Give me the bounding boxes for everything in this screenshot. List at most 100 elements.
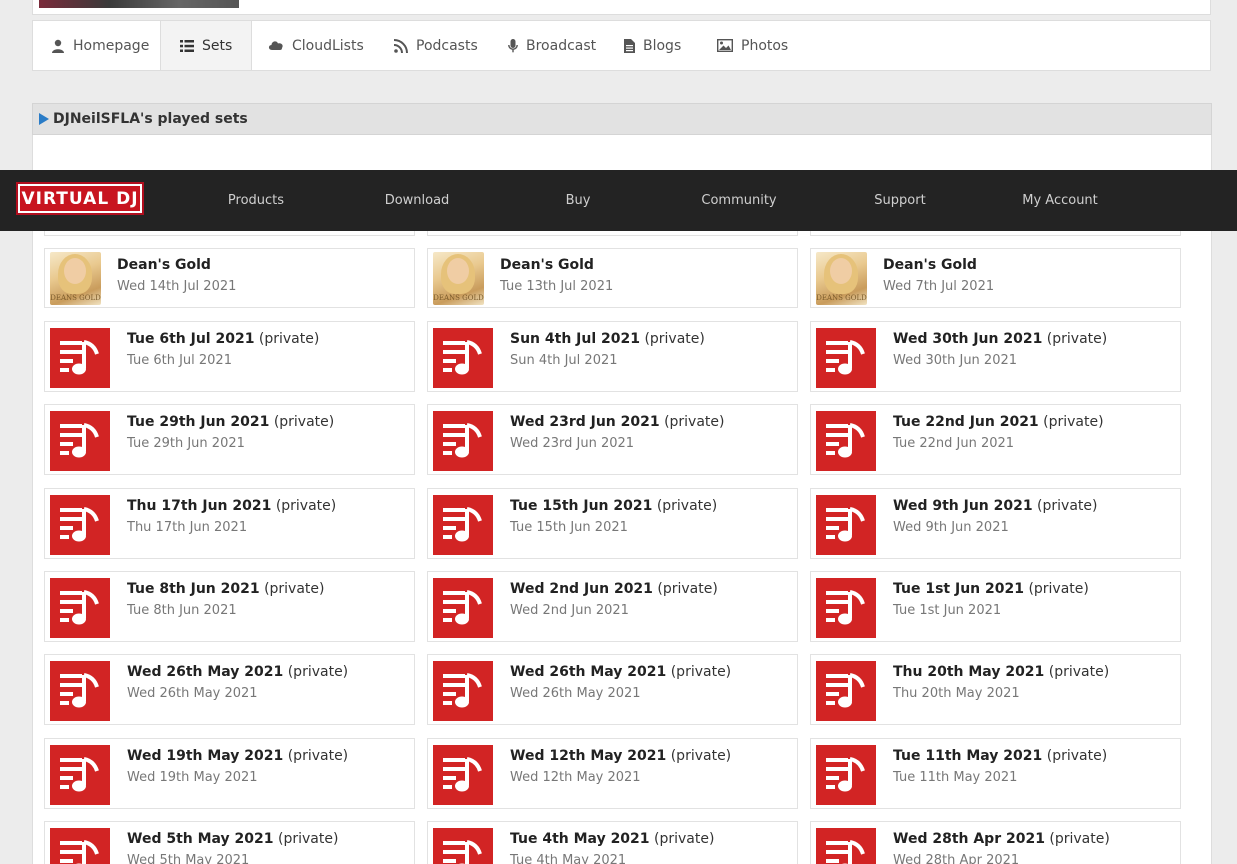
set-card[interactable]: Tue 29th Jun 2021 (private) Tue 29th Jun … xyxy=(44,404,415,475)
set-card[interactable]: Wed 12th May 2021 (private) Wed 12th May … xyxy=(427,738,798,809)
private-label: (private) xyxy=(277,831,339,847)
playlist-icon[interactable] xyxy=(433,578,493,638)
image-icon xyxy=(716,38,734,53)
set-title[interactable]: Dean's Gold xyxy=(500,257,594,273)
nav-buy[interactable]: Buy xyxy=(518,170,638,231)
set-title[interactable]: Wed 26th May 2021 xyxy=(510,664,666,680)
set-card[interactable]: Wed 26th May 2021 (private) Wed 26th May … xyxy=(44,654,415,725)
playlist-icon[interactable] xyxy=(50,745,110,805)
tab-blogs[interactable]: Blogs xyxy=(608,21,699,70)
set-title[interactable]: Wed 30th Jun 2021 xyxy=(893,331,1042,347)
playlist-icon[interactable] xyxy=(816,411,876,471)
tab-label: CloudLists xyxy=(292,37,364,54)
set-card[interactable]: Wed 5th May 2021 (private) Wed 5th May 20… xyxy=(44,821,415,864)
set-card[interactable]: Tue 8th Jun 2021 (private) Tue 8th Jun 20… xyxy=(44,571,415,642)
set-card[interactable]: DEANS GOLD Dean's Gold Wed 14th Jul 2021 xyxy=(44,248,415,308)
set-title[interactable]: Wed 5th May 2021 xyxy=(127,831,274,847)
set-title[interactable]: Wed 19th May 2021 xyxy=(127,748,283,764)
set-thumbnail[interactable]: DEANS GOLD xyxy=(816,252,867,305)
playlist-icon[interactable] xyxy=(433,745,493,805)
set-title[interactable]: Wed 26th May 2021 xyxy=(127,664,283,680)
tab-homepage[interactable]: Homepage xyxy=(33,21,160,70)
private-label: (private) xyxy=(644,331,705,347)
playlist-icon[interactable] xyxy=(816,745,876,805)
private-label: (private) xyxy=(657,581,718,597)
set-card[interactable]: Tue 6th Jul 2021 (private) Tue 6th Jul 20… xyxy=(44,321,415,392)
playlist-icon[interactable] xyxy=(50,328,110,388)
playlist-icon[interactable] xyxy=(816,578,876,638)
set-card[interactable]: Wed 28th Apr 2021 (private) Wed 28th Apr … xyxy=(810,821,1181,864)
thumbnail-art xyxy=(830,258,852,284)
set-card[interactable]: Wed 30th Jun 2021 (private) Wed 30th Jun … xyxy=(810,321,1181,392)
set-card[interactable]: Wed 2nd Jun 2021 (private) Wed 2nd Jun 20… xyxy=(427,571,798,642)
nav-support[interactable]: Support xyxy=(840,170,960,231)
set-title[interactable]: Tue 15th Jun 2021 xyxy=(510,498,652,514)
playlist-icon[interactable] xyxy=(50,578,110,638)
set-date: Tue 29th Jun 2021 xyxy=(127,436,245,451)
set-title[interactable]: Wed 23rd Jun 2021 xyxy=(510,414,660,430)
virtualdj-logo[interactable]: VIRTUAL DJ xyxy=(16,182,144,215)
set-title[interactable]: Wed 2nd Jun 2021 xyxy=(510,581,653,597)
set-card[interactable]: Thu 20th May 2021 (private) Thu 20th May … xyxy=(810,654,1181,725)
playlist-icon[interactable] xyxy=(816,328,876,388)
set-title[interactable]: Dean's Gold xyxy=(117,257,211,273)
set-title[interactable]: Tue 8th Jun 2021 xyxy=(127,581,260,597)
playlist-icon[interactable] xyxy=(433,828,493,864)
set-card[interactable]: Tue 11th May 2021 (private) Tue 11th May … xyxy=(810,738,1181,809)
playlist-icon[interactable] xyxy=(50,661,110,721)
set-title[interactable]: Wed 9th Jun 2021 xyxy=(893,498,1033,514)
set-title[interactable]: Sun 4th Jul 2021 xyxy=(510,331,640,347)
set-card[interactable]: DEANS GOLD Dean's Gold Wed 7th Jul 2021 xyxy=(810,248,1181,308)
set-card[interactable]: Sun 4th Jul 2021 (private) Sun 4th Jul 20… xyxy=(427,321,798,392)
set-title[interactable]: Wed 12th May 2021 xyxy=(510,748,666,764)
nav-download[interactable]: Download xyxy=(357,170,477,231)
tab-photos[interactable]: Photos xyxy=(699,21,809,70)
set-card[interactable]: Tue 1st Jun 2021 (private) Tue 1st Jun 20… xyxy=(810,571,1181,642)
tab-cloudlists[interactable]: CloudLists xyxy=(252,21,378,70)
set-title[interactable]: Thu 20th May 2021 xyxy=(893,664,1044,680)
set-title[interactable]: Tue 6th Jul 2021 xyxy=(127,331,254,347)
set-date: Thu 17th Jun 2021 xyxy=(127,520,248,535)
nav-products[interactable]: Products xyxy=(196,170,316,231)
set-card[interactable]: Wed 9th Jun 2021 (private) Wed 9th Jun 20… xyxy=(810,488,1181,559)
thumbnail-art xyxy=(64,258,86,284)
set-title[interactable]: Wed 28th Apr 2021 xyxy=(893,831,1045,847)
private-label: (private) xyxy=(1028,581,1089,597)
set-card[interactable]: Tue 22nd Jun 2021 (private) Tue 22nd Jun … xyxy=(810,404,1181,475)
set-card[interactable]: Thu 17th Jun 2021 (private) Thu 17th Jun … xyxy=(44,488,415,559)
set-title[interactable]: Tue 1st Jun 2021 xyxy=(893,581,1024,597)
tab-sets[interactable]: Sets xyxy=(160,21,252,70)
set-thumbnail[interactable]: DEANS GOLD xyxy=(50,252,101,305)
set-title[interactable]: Dean's Gold xyxy=(883,257,977,273)
playlist-icon[interactable] xyxy=(50,411,110,471)
nav-community[interactable]: Community xyxy=(679,170,799,231)
playlist-icon[interactable] xyxy=(433,495,493,555)
nav-my-account[interactable]: My Account xyxy=(1000,170,1120,231)
set-card[interactable]: Wed 26th May 2021 (private) Wed 26th May … xyxy=(427,654,798,725)
tab-podcasts[interactable]: Podcasts xyxy=(378,21,492,70)
playlist-icon[interactable] xyxy=(433,328,493,388)
set-card[interactable]: DEANS GOLD Dean's Gold Tue 13th Jul 2021 xyxy=(427,248,798,308)
set-thumbnail[interactable]: DEANS GOLD xyxy=(433,252,484,305)
set-card-partial xyxy=(427,231,798,236)
set-title[interactable]: Tue 4th May 2021 xyxy=(510,831,650,847)
set-title[interactable]: Tue 11th May 2021 xyxy=(893,748,1042,764)
playlist-icon[interactable] xyxy=(816,495,876,555)
playlist-icon[interactable] xyxy=(816,661,876,721)
set-title[interactable]: Tue 29th Jun 2021 xyxy=(127,414,269,430)
playlist-icon[interactable] xyxy=(50,495,110,555)
set-card[interactable]: Wed 19th May 2021 (private) Wed 19th May … xyxy=(44,738,415,809)
private-label: (private) xyxy=(670,664,732,680)
set-card[interactable]: Tue 4th May 2021 (private) Tue 4th May 20… xyxy=(427,821,798,864)
playlist-icon[interactable] xyxy=(816,828,876,864)
set-date: Tue 8th Jun 2021 xyxy=(127,603,237,618)
set-title[interactable]: Tue 22nd Jun 2021 xyxy=(893,414,1039,430)
tab-broadcast[interactable]: Broadcast xyxy=(492,21,608,70)
private-label: (private) xyxy=(656,498,718,514)
set-card[interactable]: Tue 15th Jun 2021 (private) Tue 15th Jun … xyxy=(427,488,798,559)
set-title[interactable]: Thu 17th Jun 2021 xyxy=(127,498,271,514)
playlist-icon[interactable] xyxy=(433,411,493,471)
playlist-icon[interactable] xyxy=(433,661,493,721)
set-card[interactable]: Wed 23rd Jun 2021 (private) Wed 23rd Jun … xyxy=(427,404,798,475)
playlist-icon[interactable] xyxy=(50,828,110,864)
